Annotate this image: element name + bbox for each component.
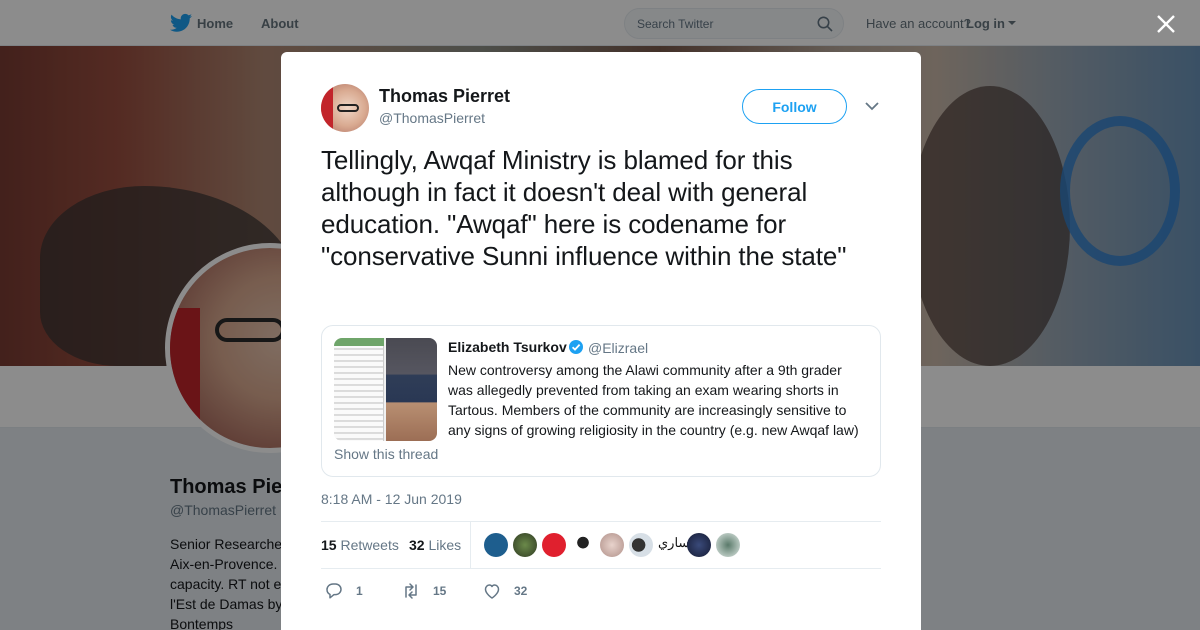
likes-label: Likes [428,537,462,553]
chevron-down-icon[interactable] [865,101,879,111]
like-icon [484,584,500,599]
retweets-count: 15 [321,537,337,553]
retweet-icon [405,583,417,599]
quoted-user-name[interactable]: Elizabeth Tsurkov [448,339,567,355]
liker-avatar[interactable] [513,533,537,557]
verified-icon [569,340,583,354]
quoted-tweet[interactable]: Elizabeth Tsurkov @Elizrael New controve… [321,325,881,477]
liker-avatar[interactable] [629,533,653,557]
follow-button[interactable]: Follow [742,89,847,124]
author-name[interactable]: Thomas Pierret [379,86,510,107]
avatar-detail [321,84,333,132]
liker-avatar[interactable] [600,533,624,557]
media-detail [334,338,384,346]
tweet-text: Tellingly, Awqaf Ministry is blamed for … [321,145,847,271]
avatar-detail [337,104,359,112]
tweet-stats: 15 Retweets 32 Likes ساري [321,521,881,569]
tweet-timestamp[interactable]: 8:18 AM - 12 Jun 2019 [321,491,462,507]
close-icon[interactable] [1155,13,1177,35]
like-count: 32 [514,584,528,598]
stats-divider [470,522,471,569]
media-photo-image [386,338,437,441]
tweet-modal: Thomas Pierret @ThomasPierret Follow Tel… [281,52,921,630]
retweet-button[interactable]: 15 [402,582,472,602]
liker-avatar[interactable] [716,533,740,557]
tweet-actions: 1 15 32 [321,582,881,602]
media-document-image [334,338,384,441]
retweets-stat[interactable]: 15 Retweets [321,537,399,553]
quoted-user-handle[interactable]: @Elizrael [588,340,648,356]
reply-icon [326,583,342,599]
author-avatar[interactable] [321,84,369,132]
reply-count: 1 [356,584,363,598]
liker-avatar[interactable] [687,533,711,557]
liker-avatar[interactable] [542,533,566,557]
liker-avatar-text[interactable]: ساري [658,536,689,551]
author-handle[interactable]: @ThomasPierret [379,110,485,126]
likes-stat[interactable]: 32 Likes [409,537,461,553]
likes-count: 32 [409,537,425,553]
liker-avatar[interactable] [484,533,508,557]
quoted-tweet-media[interactable] [334,338,437,441]
retweet-count: 15 [433,584,447,598]
liker-avatar[interactable] [571,533,595,557]
show-thread-link[interactable]: Show this thread [334,446,438,462]
retweets-label: Retweets [340,537,399,553]
like-button[interactable]: 32 [483,582,553,602]
reply-button[interactable]: 1 [325,582,375,602]
quoted-tweet-text: New controversy among the Alawi communit… [448,362,859,438]
